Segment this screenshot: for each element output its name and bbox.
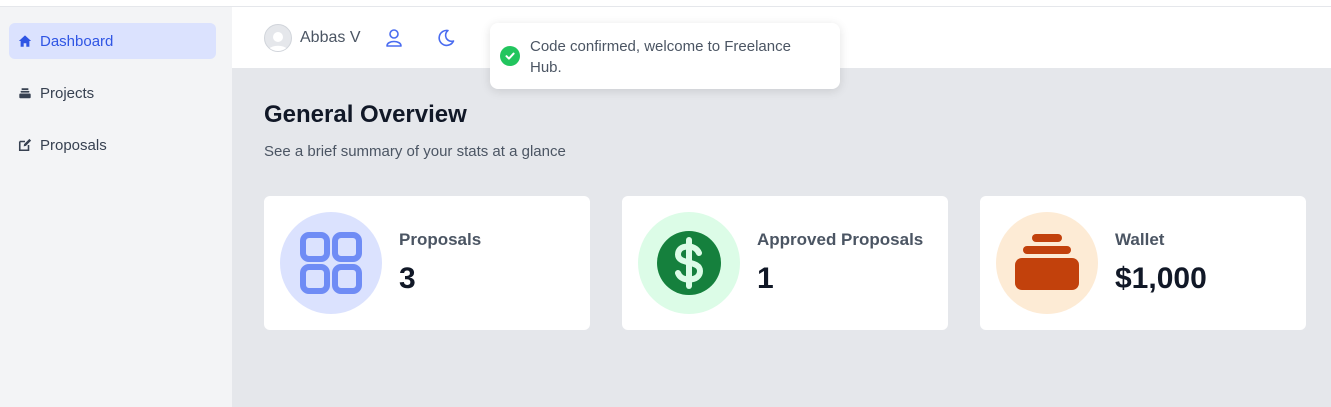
stat-label: Approved Proposals (757, 230, 924, 249)
toast-message: Code confirmed, welcome to Freelance Hub… (530, 38, 791, 76)
sidebar-item-projects[interactable]: Projects (9, 75, 216, 111)
username: Abbas V (300, 28, 361, 46)
stat-card-proposals: Proposals 3 (264, 196, 590, 330)
sidebar-item-dashboard[interactable]: Dashboard (9, 23, 216, 59)
check-circle-icon (500, 46, 520, 66)
grid-icon (280, 212, 382, 314)
stat-value: $1,000 (1115, 262, 1207, 295)
stat-value: 1 (757, 262, 774, 295)
sidebar-item-label: Projects (40, 84, 95, 102)
stat-label: Proposals (399, 230, 482, 249)
stat-card-approved-proposals: Approved Proposals 1 (622, 196, 948, 330)
sidebar-item-label: Proposals (40, 136, 107, 154)
avatar-placeholder-icon (268, 31, 288, 51)
avatar[interactable] (264, 23, 292, 52)
edit-icon (18, 138, 40, 152)
page-subtitle: See a brief summary of your stats at a g… (264, 143, 566, 160)
stat-value: 3 (399, 262, 416, 295)
sidebar: Dashboard Projects Proposals (0, 7, 232, 407)
stat-label: Wallet (1115, 230, 1165, 249)
user-icon[interactable] (384, 28, 404, 48)
top-border (0, 0, 1331, 7)
wallet-stack-icon (996, 212, 1098, 314)
home-icon (18, 34, 40, 48)
stat-card-wallet: Wallet $1,000 (980, 196, 1306, 330)
moon-icon[interactable] (436, 28, 456, 48)
inbox-stack-icon (18, 86, 40, 100)
toast-notification[interactable]: Code confirmed, welcome to Freelance Hub… (490, 23, 840, 89)
page-title: General Overview (264, 101, 467, 128)
dollar-icon (638, 212, 740, 314)
sidebar-item-proposals[interactable]: Proposals (9, 127, 216, 163)
sidebar-item-label: Dashboard (40, 32, 114, 50)
